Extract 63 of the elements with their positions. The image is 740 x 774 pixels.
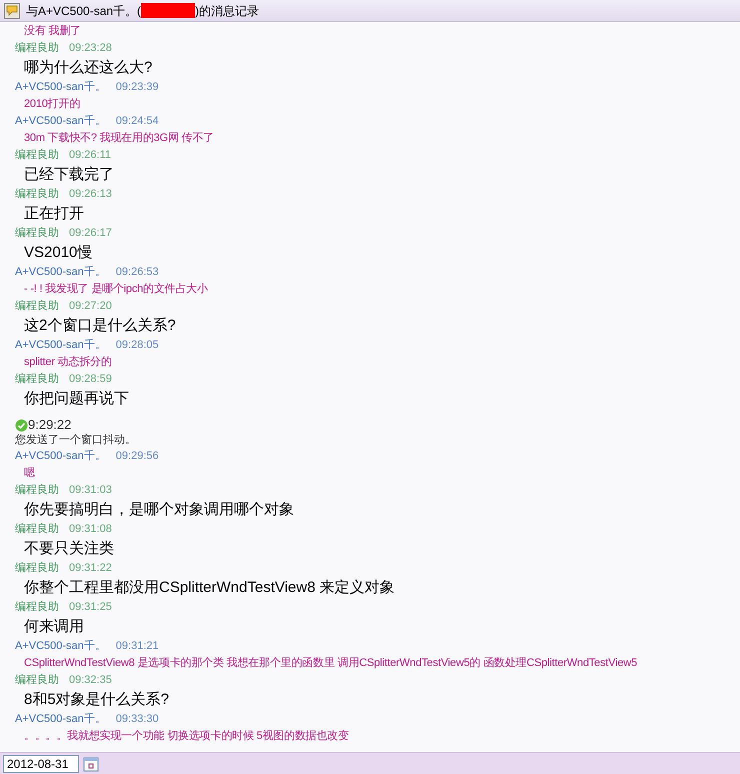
message-time: 09:24:54 <box>116 114 159 130</box>
message-text: 没有 我删了 <box>24 24 81 39</box>
sender-name: 编程良助 <box>15 560 59 576</box>
message-text: 。。。。我就想实现一个功能 切换选项卡的时候 5视图的数据也改变 <box>24 728 349 744</box>
sender-name: 编程良助 <box>15 482 59 498</box>
message-text: 你整个工程里都没用CSplitterWndTestView8 来定义对象 <box>24 578 395 598</box>
message-text: 已经下载完了 <box>24 165 114 185</box>
sender-name: A+VC500-san千。 <box>15 265 106 280</box>
message-text: 你先要搞明白，是哪个对象调用哪个对象 <box>24 500 294 520</box>
message-time: 09:31:08 <box>69 522 112 538</box>
message-time: 09:27:20 <box>69 299 112 314</box>
message-time: 09:28:59 <box>69 372 112 388</box>
message-time: 09:26:53 <box>116 265 159 280</box>
sender-name: A+VC500-san千。 <box>15 639 106 654</box>
sender-name: A+VC500-san千。 <box>15 712 106 728</box>
message-text: VS2010慢 <box>24 243 92 263</box>
sender-name: 编程良助 <box>15 672 59 688</box>
message-time: 09:26:13 <box>69 187 112 202</box>
sender-name: A+VC500-san千。 <box>15 338 106 354</box>
system-time: 9:29:22 <box>28 418 72 432</box>
sender-name: 编程良助 <box>15 522 59 538</box>
sender-name: 编程良助 <box>15 226 59 242</box>
chat-bubble-icon <box>4 2 20 18</box>
message-text: CSplitterWndTestView8 是选项卡的那个类 我想在那个里的函数里 调用CSplitterWndTestView5的 函数处理CSplitterWndTestView5 <box>24 656 638 671</box>
message-text: 你把问题再说下 <box>24 389 129 409</box>
message-time: 09:26:11 <box>69 148 112 164</box>
message-time: 09:31:25 <box>69 600 112 616</box>
message-text: 何来调用 <box>24 617 84 637</box>
message-time: 09:32:35 <box>69 673 112 688</box>
sender-name: A+VC500-san千。 <box>15 449 106 464</box>
message-text: 30m 下载快不? 我现在用的3G网 传不了 <box>24 131 214 146</box>
message-text: 哪为什么还这么大? <box>24 58 152 78</box>
message-text: - -! ! 我发现了 是哪个ipch的文件占大小 <box>24 282 208 297</box>
date-field[interactable]: 2012-08-31 <box>3 754 79 772</box>
message-time: 09:31:03 <box>69 483 112 498</box>
window-title: 与A+VC500-san千。( <box>26 2 142 20</box>
message-time: 09:26:17 <box>69 226 112 242</box>
check-icon <box>15 419 28 432</box>
sender-name: A+VC500-san千。 <box>15 80 106 96</box>
sender-name: A+VC500-san千。 <box>15 114 106 130</box>
message-text: splitter 动态拆分的 <box>24 354 112 370</box>
sender-name: 编程良助 <box>15 298 59 314</box>
message-text: 8和5对象是什么关系? <box>24 690 170 710</box>
calendar-icon[interactable] <box>83 756 99 772</box>
message-time: 09:29:56 <box>116 449 159 464</box>
message-text: 正在打开 <box>24 204 84 224</box>
message-time: 09:28:05 <box>116 338 159 354</box>
message-time: 09:33:30 <box>116 712 159 728</box>
message-text: 2010打开的 <box>24 97 80 112</box>
system-notice: 您发送了一个窗口抖动。 <box>15 432 137 448</box>
message-text: 不要只关注类 <box>24 539 114 559</box>
sender-name: 编程良助 <box>15 372 59 388</box>
sender-name: 编程良助 <box>15 600 59 616</box>
sender-name: 编程良助 <box>15 186 59 202</box>
message-text: 这2个窗口是什么关系? <box>24 316 176 336</box>
message-time: 09:23:39 <box>116 80 159 96</box>
sender-name: 编程良助 <box>15 40 59 56</box>
sender-name: 编程良助 <box>15 148 59 164</box>
message-time: 09:31:22 <box>69 561 112 576</box>
message-time: 09:31:21 <box>116 639 159 654</box>
window-title: )的消息记录 <box>195 2 260 20</box>
message-time: 09:23:28 <box>69 41 112 56</box>
message-text: 嗯 <box>24 466 35 481</box>
